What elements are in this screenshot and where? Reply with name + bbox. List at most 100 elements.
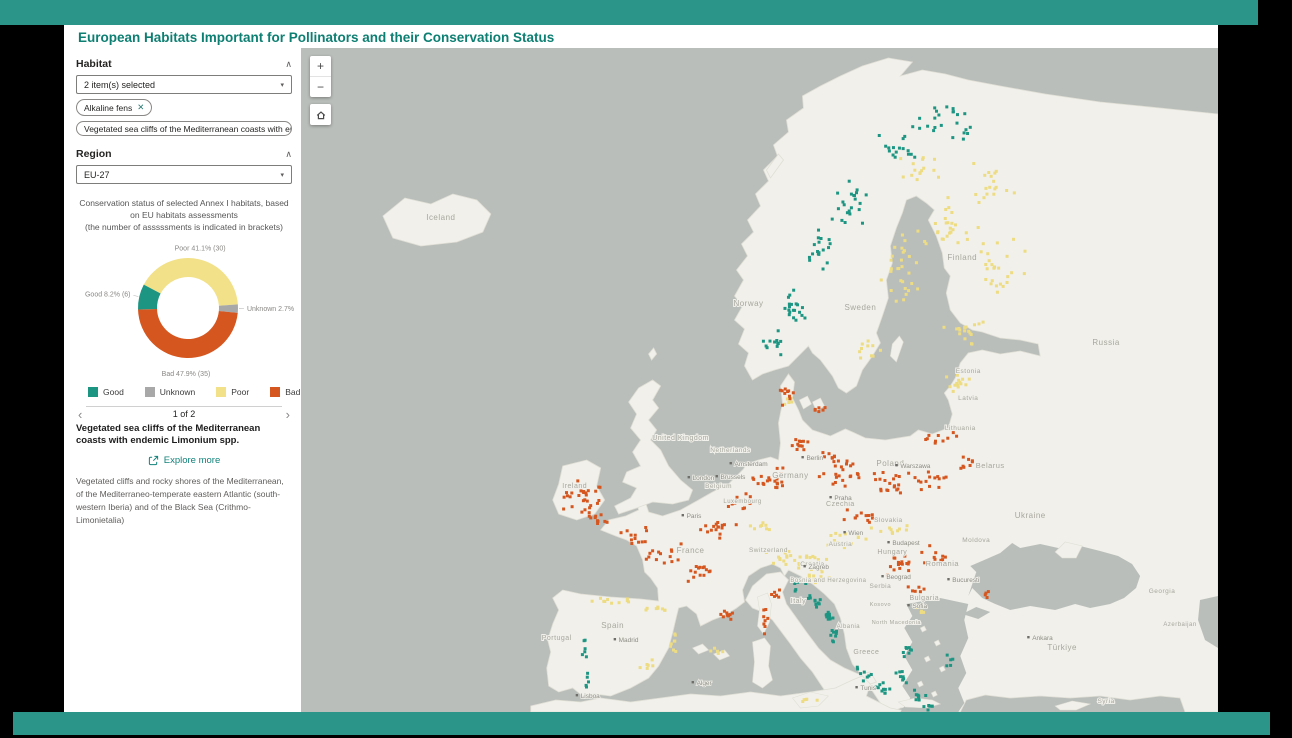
habitat-dot: [861, 222, 864, 225]
habitat-dot: [962, 456, 965, 459]
habitat-dot: [794, 438, 797, 441]
legend-swatch: [88, 387, 98, 397]
habitat-dot: [858, 208, 861, 211]
map-country-label: Italy: [791, 598, 806, 605]
habitat-dot: [1024, 250, 1027, 253]
habitat-dot: [866, 344, 869, 347]
habitat-chip[interactable]: Alkaline fens ✕: [76, 99, 152, 116]
habitat-dot: [823, 455, 826, 458]
habitat-dot: [890, 289, 893, 292]
habitat-dot: [870, 527, 873, 530]
habitat-dot: [705, 568, 708, 571]
habitat-dot: [594, 516, 597, 519]
habitat-dot: [920, 488, 923, 491]
map-container: IcelandNorwaySwedenFinlandRussiaEstoniaL…: [301, 48, 1218, 712]
habitat-dot: [954, 223, 957, 226]
habitat-chip-label: Vegetated sea cliffs of the Mediterranea…: [84, 124, 292, 134]
habitat-dot: [942, 440, 945, 443]
habitat-dot: [788, 397, 791, 400]
habitat-dot: [721, 650, 724, 653]
habitat-dot: [944, 217, 947, 220]
habitat-dot: [829, 534, 832, 537]
collapse-icon[interactable]: ∧: [285, 59, 292, 70]
habitat-dot: [892, 154, 895, 157]
region-section-header[interactable]: Region ∧: [76, 148, 292, 160]
habitat-dot: [811, 252, 814, 255]
habitat-dot: [808, 594, 811, 597]
collapse-icon[interactable]: ∧: [285, 149, 292, 160]
explore-more-link[interactable]: Explore more: [76, 455, 292, 466]
habitat-dot: [885, 489, 888, 492]
region-select[interactable]: EU-27 ▾: [76, 165, 292, 184]
habitat-dot: [956, 384, 959, 387]
habitat-dot: [820, 237, 823, 240]
habitat-dot: [669, 555, 672, 558]
habitat-dot: [890, 267, 893, 270]
habitat-dot: [897, 561, 900, 564]
habitat-dot: [585, 686, 588, 689]
habitat-dot: [867, 340, 870, 343]
habitat-dot: [831, 639, 834, 642]
habitat-dot: [946, 196, 949, 199]
habitat-label: Habitat: [76, 58, 112, 70]
habitat-dot: [792, 289, 795, 292]
legend-item-bad[interactable]: Bad: [270, 387, 300, 397]
map-city-label: Berlin: [806, 455, 823, 462]
legend-item-poor[interactable]: Poor: [216, 387, 249, 397]
habitat-dot: [907, 585, 910, 588]
prev-page-icon[interactable]: ‹: [78, 408, 82, 421]
next-page-icon[interactable]: ›: [286, 408, 290, 421]
donut-chart[interactable]: Poor 41.1% (30)Unknown 2.7% (2)Bad 47.9%…: [76, 234, 294, 382]
map-city-label: Alger: [697, 680, 713, 687]
habitat-dot: [817, 410, 820, 413]
habitat-dot: [949, 227, 952, 230]
zoom-out-button[interactable]: −: [310, 77, 331, 97]
map-city-label: Brussels: [721, 474, 747, 481]
home-button[interactable]: [310, 104, 331, 125]
habitat-dot: [846, 508, 849, 511]
habitat-dot: [940, 124, 943, 127]
habitat-dot: [765, 527, 768, 530]
habitat-dot: [834, 635, 837, 638]
habitat-select[interactable]: 2 item(s) selected ▾: [76, 75, 292, 94]
habitat-dot: [828, 452, 831, 455]
chevron-down-icon: ▾: [280, 171, 284, 179]
habitat-dot: [963, 329, 966, 332]
filter-sidebar: Habitat ∧ 2 item(s) selected ▾ Alkaline …: [64, 48, 301, 712]
habitat-section-header[interactable]: Habitat ∧: [76, 58, 292, 70]
donut-slice-label: Good 8.2% (6): [85, 291, 131, 298]
habitat-dot: [753, 527, 756, 530]
europe-map[interactable]: IcelandNorwaySwedenFinlandRussiaEstoniaL…: [301, 48, 1218, 712]
zoom-in-button[interactable]: +: [310, 56, 331, 77]
chart-title: Conservation status of selected Annex I …: [76, 198, 292, 234]
legend-item-good[interactable]: Good: [88, 387, 124, 397]
habitat-dot: [902, 675, 905, 678]
habitat-dot: [834, 465, 837, 468]
habitat-dot: [956, 241, 959, 244]
habitat-dot: [958, 381, 961, 384]
habitat-dot: [950, 211, 953, 214]
habitat-dot: [999, 283, 1002, 286]
habitat-dot: [988, 186, 991, 189]
habitat-dot: [986, 252, 989, 255]
chip-remove-icon[interactable]: ✕: [137, 102, 144, 113]
map-city-label: Budapest: [892, 540, 920, 547]
city-marker: [947, 578, 949, 580]
habitat-dot: [829, 634, 832, 637]
habitat-dot: [874, 478, 877, 481]
habitat-dot: [797, 444, 800, 447]
donut-slice-bad[interactable]: [138, 309, 238, 358]
habitat-dot: [860, 347, 863, 350]
legend-item-unknown[interactable]: Unknown: [145, 387, 195, 397]
habitat-dot: [984, 263, 987, 266]
habitat-dot: [984, 278, 987, 281]
habitat-dot: [788, 313, 791, 316]
habitat-dot: [943, 326, 946, 329]
habitat-dot: [566, 494, 569, 497]
habitat-dot: [840, 219, 843, 222]
habitat-dot: [899, 491, 902, 494]
habitat-dot: [789, 554, 792, 557]
habitat-chip[interactable]: Vegetated sea cliffs of the Mediterranea…: [76, 121, 292, 136]
habitat-dot: [822, 472, 825, 475]
city-marker: [895, 464, 897, 466]
